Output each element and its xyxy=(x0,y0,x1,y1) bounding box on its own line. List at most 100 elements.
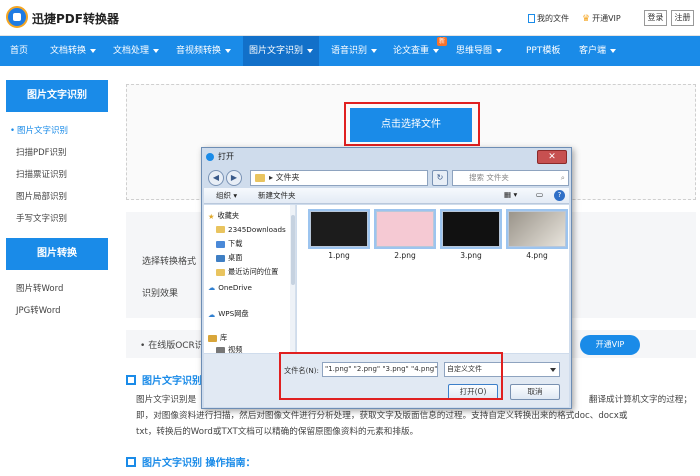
cloud-icon: ☁ xyxy=(208,283,216,292)
chevron-down-icon xyxy=(225,48,232,53)
vip-link[interactable]: ♛ 开通VIP xyxy=(582,13,621,24)
organize-menu[interactable]: 组织 ▾ xyxy=(216,190,237,201)
sidebar-item-jpg-to-word[interactable]: JPG转Word xyxy=(6,300,108,322)
sidebar-item-scan-pdf[interactable]: 扫描PDF识别 xyxy=(6,142,108,164)
nav-doc-process[interactable]: 文档处理 xyxy=(113,36,160,66)
tree-item-library[interactable]: 库 xyxy=(208,333,227,343)
register-button[interactable]: 注册 xyxy=(671,10,694,26)
folder-icon xyxy=(255,174,265,182)
sidebar-item-partial-ocr[interactable]: 图片局部识别 xyxy=(6,186,108,208)
nav-label: PPT模板 xyxy=(526,46,561,56)
view-options-button[interactable]: ▦ ▾ xyxy=(504,190,517,199)
nav-label: 语音识别 xyxy=(331,46,368,56)
tree-item-recent[interactable]: 最近访问的位置 xyxy=(216,267,278,277)
tree-item-onedrive[interactable]: ☁ OneDrive xyxy=(208,283,252,292)
dialog-title-text: 打开 xyxy=(218,152,234,161)
clipboard-icon xyxy=(126,456,136,467)
chevron-down-icon: ▾ xyxy=(233,191,238,200)
format-label: 选择转换格式 xyxy=(142,257,197,267)
chevron-down-icon xyxy=(90,48,97,53)
tree-item-downloads2345[interactable]: 2345Downloads xyxy=(216,225,286,234)
tree-label: 收藏夹 xyxy=(217,211,240,220)
help-icon[interactable]: ? xyxy=(554,190,565,201)
guide-title-text: 图片文字识别 操作指南： xyxy=(142,458,256,469)
sidebar: 图片文字识别 图片文字识别 扫描PDF识别 扫描票证识别 图片局部识别 手写文字… xyxy=(6,80,108,322)
my-files-label: 我的文件 xyxy=(537,14,569,23)
address-bar[interactable]: ▸ 文件夹 xyxy=(250,170,428,186)
book-icon xyxy=(126,374,136,385)
search-placeholder: 搜索 文件夹 xyxy=(469,173,509,182)
sidebar-item-image-ocr[interactable]: 图片文字识别 xyxy=(6,120,108,142)
organize-label: 组织 xyxy=(216,191,231,200)
file-item[interactable]: 3.png xyxy=(440,209,502,260)
file-item[interactable]: 2.png xyxy=(374,209,436,260)
sidebar-item-handwriting[interactable]: 手写文字识别 xyxy=(6,208,108,230)
sidebar-item-scan-ticket[interactable]: 扫描票证识别 xyxy=(6,164,108,186)
file-item[interactable]: 4.png xyxy=(506,209,568,260)
nav-doc-convert[interactable]: 文档转换 xyxy=(50,36,97,66)
dialog-toolbar: 组织 ▾ 新建文件夹 ▦ ▾ ▭ ? xyxy=(204,188,569,204)
close-button[interactable]: ✕ xyxy=(537,150,567,164)
tree-item-wps[interactable]: ☁ WPS网盘 xyxy=(208,309,249,319)
nav-home[interactable]: 首页 xyxy=(10,36,28,66)
address-row: ◀ ▶ ▸ 文件夹 ↻ 搜索 文件夹 ⌕ xyxy=(204,168,569,188)
chevron-down-icon xyxy=(550,368,556,372)
tree-label: 桌面 xyxy=(228,253,243,262)
file-name: 2.png xyxy=(394,251,416,260)
view-icon: ▦ ▾ xyxy=(504,190,518,199)
preview-pane-button[interactable]: ▭ xyxy=(536,190,543,199)
video-icon xyxy=(216,346,225,353)
sidebar-group-title: 图片文字识别 xyxy=(6,80,108,112)
tree-item-videos[interactable]: 视频 xyxy=(216,345,242,353)
new-badge: 新 xyxy=(437,37,448,46)
back-button[interactable]: ◀ xyxy=(208,170,224,186)
top-bar: 迅捷PDF转换器 我的文件 ♛ 开通VIP 登录 注册 xyxy=(0,0,700,36)
sidebar-group-title: 图片转换 xyxy=(6,238,108,270)
new-folder-button[interactable]: 新建文件夹 xyxy=(258,190,296,201)
arrow-right-icon: ▶ xyxy=(230,173,238,182)
nav-label: 音视频转换 xyxy=(176,46,222,56)
cloud-icon: ☁ xyxy=(208,309,216,319)
nav-label: 文档处理 xyxy=(113,46,150,56)
crown-icon: ♛ xyxy=(582,13,591,24)
address-text: 文件夹 xyxy=(275,173,300,182)
tree-scrollbar[interactable] xyxy=(290,205,295,353)
login-button[interactable]: 登录 xyxy=(644,10,667,26)
file-list: 1.png 2.png 3.png 4.png xyxy=(297,205,569,353)
para-line: 翻译成计算机文字的过程； xyxy=(588,395,692,405)
highlight-box xyxy=(344,102,480,146)
recent-folder-icon xyxy=(216,268,225,276)
nav-label: 思维导图 xyxy=(456,46,493,56)
open-vip-button[interactable]: 开通VIP xyxy=(580,335,640,355)
nav-av-convert[interactable]: 音视频转换 xyxy=(176,36,232,66)
tree-label: 下载 xyxy=(228,239,243,248)
nav-image-ocr[interactable]: 图片文字识别 xyxy=(243,36,320,66)
tree-item-favorites[interactable]: ★ 收藏夹 xyxy=(208,211,239,221)
nav-speech[interactable]: 语音识别 xyxy=(331,36,378,66)
tree-item-downloads[interactable]: 下载 xyxy=(216,239,242,249)
app-logo xyxy=(6,6,28,28)
sidebar-item-image-to-word[interactable]: 图片转Word xyxy=(6,278,108,300)
nav-label: 图片文字识别 xyxy=(249,46,304,56)
arrow-left-icon: ◀ xyxy=(212,173,220,182)
document-icon xyxy=(528,14,535,23)
tree-item-desktop[interactable]: 桌面 xyxy=(216,253,242,263)
nav-client[interactable]: 客户端 xyxy=(579,36,617,66)
tree-label: 最近访问的位置 xyxy=(228,267,279,276)
nav-mindmap[interactable]: 思维导图 xyxy=(456,36,503,66)
preview-icon: ▭ xyxy=(536,190,544,199)
file-item[interactable]: 1.png xyxy=(308,209,370,260)
nav-ppt[interactable]: PPT模板 xyxy=(526,36,560,66)
scrollbar-thumb[interactable] xyxy=(291,215,295,285)
nav-plagiarism[interactable]: 论文查重 xyxy=(393,36,440,66)
file-name: 1.png xyxy=(328,251,350,260)
refresh-button[interactable]: ↻ xyxy=(432,170,448,186)
image-thumbnail xyxy=(440,209,502,249)
search-input[interactable]: 搜索 文件夹 ⌕ xyxy=(452,170,569,186)
result-label: 识别效果 xyxy=(142,289,179,299)
dialog-title: 打开 xyxy=(206,151,234,162)
forward-button[interactable]: ▶ xyxy=(226,170,242,186)
my-files-link[interactable]: 我的文件 xyxy=(528,13,569,24)
nav-label: 论文查重 xyxy=(393,46,430,56)
cancel-button[interactable]: 取消 xyxy=(510,384,560,400)
